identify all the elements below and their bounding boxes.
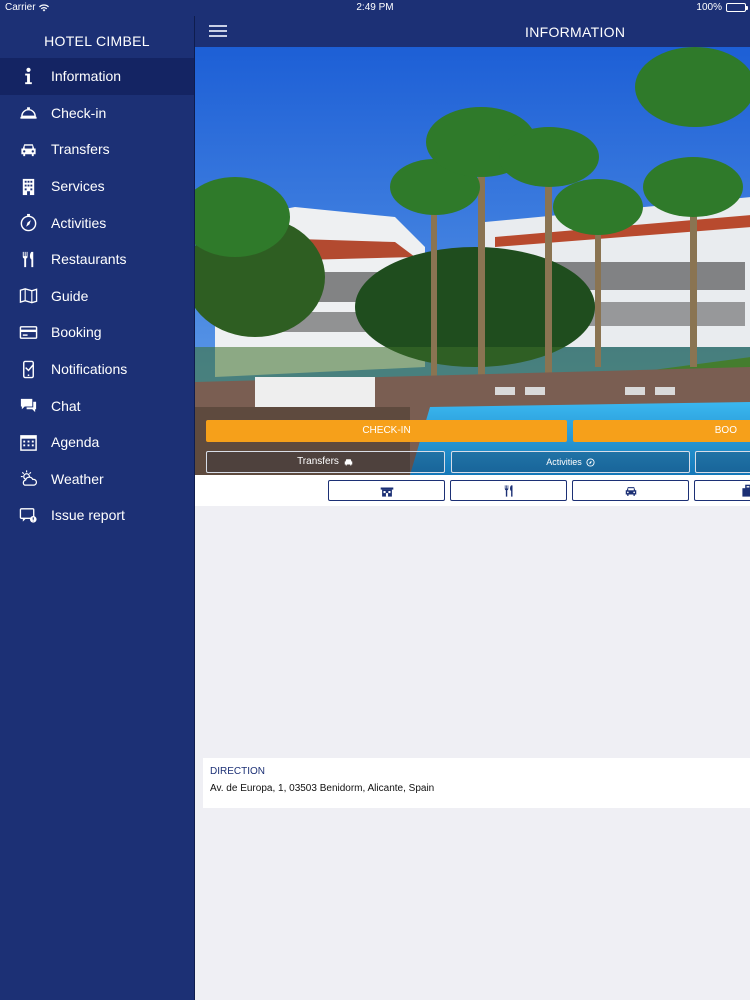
phone-notification-icon	[18, 359, 39, 380]
sidebar-item-guide[interactable]: Guide	[0, 278, 194, 315]
more-options-button[interactable]	[695, 451, 750, 473]
battery: 100%	[696, 2, 748, 13]
sidebar-item-label: Transfers	[51, 141, 110, 158]
transfers-label: Transfers	[297, 456, 339, 467]
booking-button[interactable]: BOO	[573, 420, 750, 442]
sidebar-item-weather[interactable]: Weather	[0, 461, 194, 498]
compass-icon	[586, 457, 595, 467]
sidebar-item-restaurants[interactable]: Restaurants	[0, 241, 194, 278]
hotel-name: HOTEL CIMBEL	[44, 33, 150, 49]
sidebar-item-notifications[interactable]: Notifications	[0, 351, 194, 388]
main-content: INFORMATION CHECK-IN BOO Transfers Activ…	[194, 16, 750, 1000]
bag-icon	[742, 484, 750, 497]
sidebar-item-services[interactable]: Services	[0, 168, 194, 205]
sidebar-item-label: Activities	[51, 214, 107, 231]
sidebar-item-information[interactable]: Information	[0, 58, 194, 95]
building-icon	[18, 176, 39, 197]
building-front-button[interactable]	[328, 480, 445, 501]
hotel-hero-image: CHECK-IN BOO Transfers Activities	[195, 47, 750, 475]
sidebar-item-issue-report[interactable]: Issue report	[0, 497, 194, 534]
sidebar-item-check-in[interactable]: Check-in	[0, 95, 194, 132]
activities-label: Activities	[546, 457, 582, 467]
sidebar-item-label: Services	[51, 178, 105, 195]
calendar-icon	[18, 432, 39, 453]
bag-button[interactable]	[694, 480, 750, 501]
map-icon	[18, 285, 39, 306]
sidebar-item-chat[interactable]: Chat	[0, 387, 194, 424]
sidebar-item-label: Booking	[51, 324, 102, 341]
info-icon	[18, 66, 39, 87]
direction-card: DIRECTION Av. de Europa, 1, 03503 Benido…	[203, 758, 750, 808]
car-icon	[18, 139, 39, 160]
sidebar-item-label: Notifications	[51, 361, 128, 378]
building-front-icon	[380, 487, 393, 497]
page-title: INFORMATION	[525, 24, 626, 40]
car-icon	[344, 459, 353, 466]
sidebar-item-label: Guide	[51, 287, 89, 304]
sidebar-item-label: Information	[51, 68, 122, 85]
hotel-photo	[195, 47, 750, 475]
sidebar-item-label: Issue report	[51, 507, 125, 524]
sidebar-item-agenda[interactable]: Agenda	[0, 424, 194, 461]
weather-icon	[18, 468, 39, 489]
transfers-quick-button[interactable]	[572, 480, 689, 501]
cutlery-icon	[504, 484, 512, 497]
check-in-button[interactable]: CHECK-IN	[206, 420, 567, 442]
sidebar-item-activities[interactable]: Activities	[0, 204, 194, 241]
restaurants-button[interactable]	[450, 480, 567, 501]
issue-report-icon	[18, 505, 39, 526]
sidebar-item-label: Weather	[51, 470, 104, 487]
hamburger-menu-icon[interactable]	[209, 25, 227, 37]
bell-icon	[18, 102, 39, 123]
battery-percent: 100%	[696, 2, 722, 13]
quick-icon-bar	[195, 475, 750, 506]
navbar: INFORMATION	[195, 16, 750, 47]
cutlery-icon	[18, 249, 39, 270]
sidebar-item-label: Restaurants	[51, 251, 127, 268]
sidebar: HOTEL CIMBEL Information Check-in Transf…	[0, 16, 194, 1000]
card-icon	[18, 322, 39, 343]
status-bar: Carrier 2:49 PM 100%	[0, 0, 750, 16]
clock: 2:49 PM	[356, 2, 394, 13]
battery-icon	[726, 3, 748, 12]
sidebar-item-booking[interactable]: Booking	[0, 314, 194, 351]
transfers-button[interactable]: Transfers	[206, 451, 445, 473]
activities-button[interactable]: Activities	[451, 451, 690, 473]
sidebar-item-label: Agenda	[51, 434, 100, 451]
direction-label: DIRECTION	[210, 766, 265, 777]
sidebar-item-label: Chat	[51, 397, 81, 414]
car-icon	[625, 486, 636, 496]
chat-icon	[18, 395, 39, 416]
sidebar-item-transfers[interactable]: Transfers	[0, 131, 194, 168]
compass-icon	[18, 212, 39, 233]
sidebar-menu: Information Check-in Transfers Services …	[0, 58, 194, 534]
direction-address: Av. de Europa, 1, 03503 Benidorm, Alican…	[210, 783, 435, 794]
sidebar-item-label: Check-in	[51, 104, 107, 121]
